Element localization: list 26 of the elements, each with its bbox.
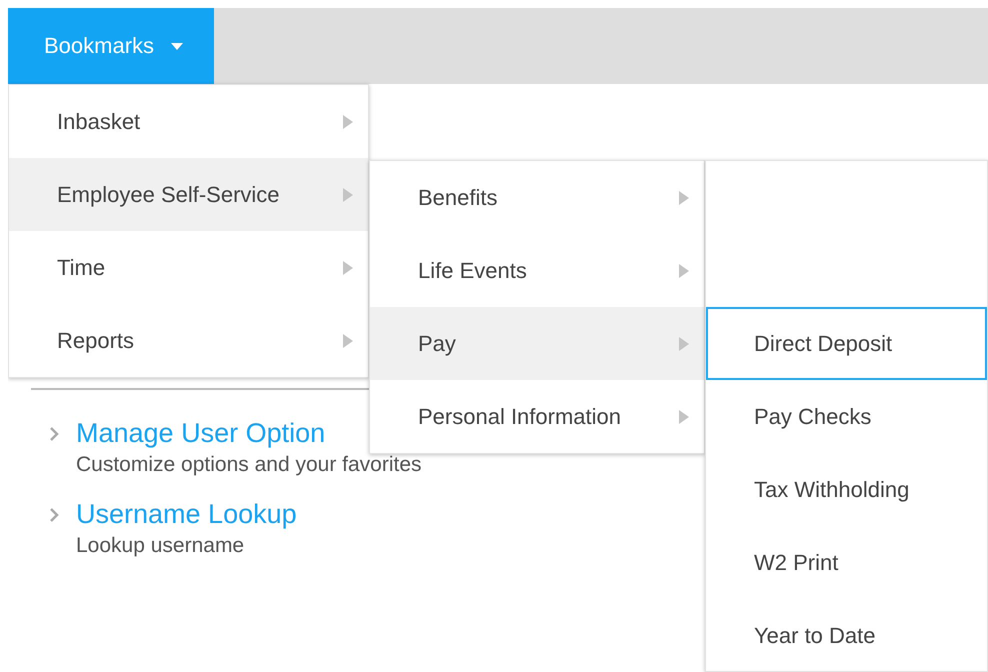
link-description: Lookup username (76, 534, 244, 558)
menu-item[interactable]: W2 Print (706, 526, 987, 599)
menu-item[interactable]: Year to Date (706, 599, 987, 672)
chevron-right-icon (49, 506, 60, 522)
menu-item[interactable]: Tax Withholding (706, 453, 987, 526)
menu-item[interactable]: Reports (9, 304, 368, 377)
menu-item[interactable]: Pay Checks (706, 380, 987, 453)
submenu-arrow-icon (678, 262, 690, 278)
submenu-arrow-icon (678, 408, 690, 424)
menu-item[interactable]: Pay (370, 307, 704, 380)
menu-item[interactable]: Inbasket (9, 85, 368, 158)
chevron-right-icon (49, 426, 60, 442)
menu-item[interactable]: Employee Self-Service (9, 158, 368, 231)
caret-down-icon (170, 42, 184, 50)
link-description: Customize options and your favorites (76, 453, 422, 477)
menu-item[interactable]: Life Events (370, 234, 704, 307)
submenu-arrow-icon (678, 190, 690, 206)
menu-item[interactable]: Personal Information (370, 380, 704, 453)
submenu-arrow-icon (342, 260, 354, 276)
submenu-arrow-icon (342, 114, 354, 130)
submenu-arrow-icon (342, 332, 354, 348)
menu-item[interactable]: Time (9, 231, 368, 304)
submenu-arrow-icon (678, 336, 690, 352)
menu-item[interactable]: Benefits (370, 161, 704, 234)
submenu-arrow-icon (342, 186, 354, 202)
menu-item[interactable]: Direct Deposit (706, 307, 987, 380)
